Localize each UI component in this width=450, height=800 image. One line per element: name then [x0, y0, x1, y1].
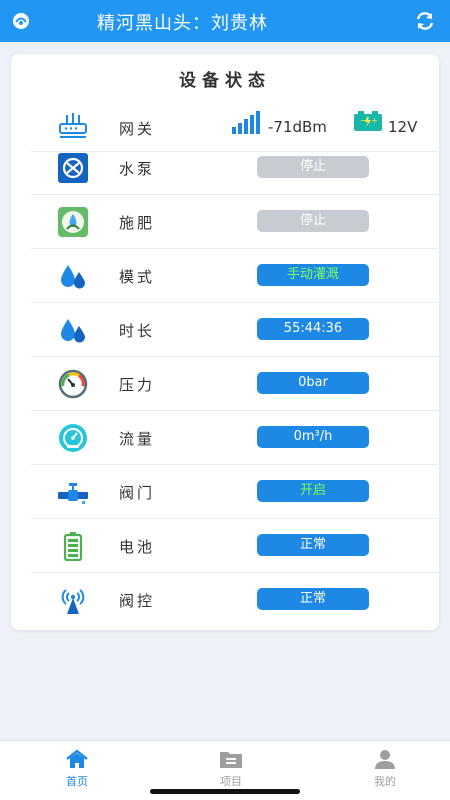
- valve-icon: [58, 483, 88, 504]
- gateway-label: 网关: [119, 120, 156, 138]
- status-pill: 手动灌溉: [257, 264, 369, 286]
- tab-label: 项目: [220, 775, 242, 788]
- status-pill: 停止: [257, 156, 369, 178]
- tab-home[interactable]: 首页: [47, 749, 107, 789]
- status-row-flow: 流量 0m³/h: [31, 411, 441, 465]
- battery-icon: − +: [354, 111, 382, 131]
- status-pill: 正常: [257, 588, 369, 610]
- row-label: 水泵: [119, 160, 156, 178]
- status-pill: 0m³/h: [257, 426, 369, 448]
- row-label: 阀控: [119, 592, 156, 610]
- svg-text:+: +: [371, 116, 378, 125]
- row-label: 压力: [119, 376, 156, 394]
- status-row-duration: 时长 55:44:36: [31, 303, 441, 357]
- gateway-voltage: 12V: [388, 118, 418, 136]
- device-status-card: 设备状态 网关 -71dBm − + 12V 水泵 停止 施肥 停止 模式 手动…: [11, 54, 441, 630]
- signal-strength: -71dBm: [268, 118, 327, 136]
- status-row-mode: 模式 手动灌溉: [31, 249, 441, 303]
- row-label: 时长: [119, 322, 156, 340]
- status-pill: 停止: [257, 210, 369, 232]
- logo-icon: [13, 13, 29, 29]
- status-pill: 开启: [257, 480, 369, 502]
- row-label: 阀门: [119, 484, 156, 502]
- status-row-fertilizer: 施肥 停止: [31, 195, 441, 249]
- refresh-icon[interactable]: [414, 10, 436, 32]
- home-indicator: [150, 789, 300, 794]
- row-label: 模式: [119, 268, 156, 286]
- status-pill: 0bar: [257, 372, 369, 394]
- signal-icon: [232, 111, 260, 134]
- top-bar: 精河黑山头：刘贵林: [0, 0, 450, 42]
- tab-profile[interactable]: 我的: [355, 749, 415, 789]
- tab-label: 首页: [66, 775, 88, 788]
- antenna-icon: [61, 589, 85, 614]
- row-label: 电池: [119, 538, 156, 556]
- status-row-pump: 水泵 停止: [31, 141, 441, 195]
- status-row-valve-control: 阀控 正常: [31, 573, 441, 627]
- battery-icon: [63, 532, 83, 561]
- row-label: 施肥: [119, 214, 156, 232]
- status-row-valve: 阀门 开启: [31, 465, 441, 519]
- page-title: 精河黑山头：刘贵林: [97, 13, 268, 34]
- status-pill: 正常: [257, 534, 369, 556]
- row-label: 流量: [119, 430, 156, 448]
- status-row-pressure: 压力 0bar: [31, 357, 441, 411]
- router-icon: [59, 113, 87, 138]
- fertilizer-icon: [58, 207, 88, 237]
- tab-label: 我的: [374, 775, 396, 788]
- water-drops-icon: [61, 319, 85, 343]
- card-title: 设备状态: [179, 71, 271, 91]
- home-icon: [66, 749, 88, 768]
- pump-icon: [58, 153, 88, 183]
- tab-projects[interactable]: 项目: [201, 749, 261, 789]
- user-icon: [375, 750, 395, 769]
- folder-icon: [220, 752, 242, 768]
- pressure-gauge-icon: [58, 369, 88, 399]
- status-pill: 55:44:36: [257, 318, 369, 340]
- status-row-battery: 电池 正常: [31, 519, 441, 573]
- water-drops-icon: [61, 265, 85, 289]
- flow-gauge-icon: [59, 424, 87, 452]
